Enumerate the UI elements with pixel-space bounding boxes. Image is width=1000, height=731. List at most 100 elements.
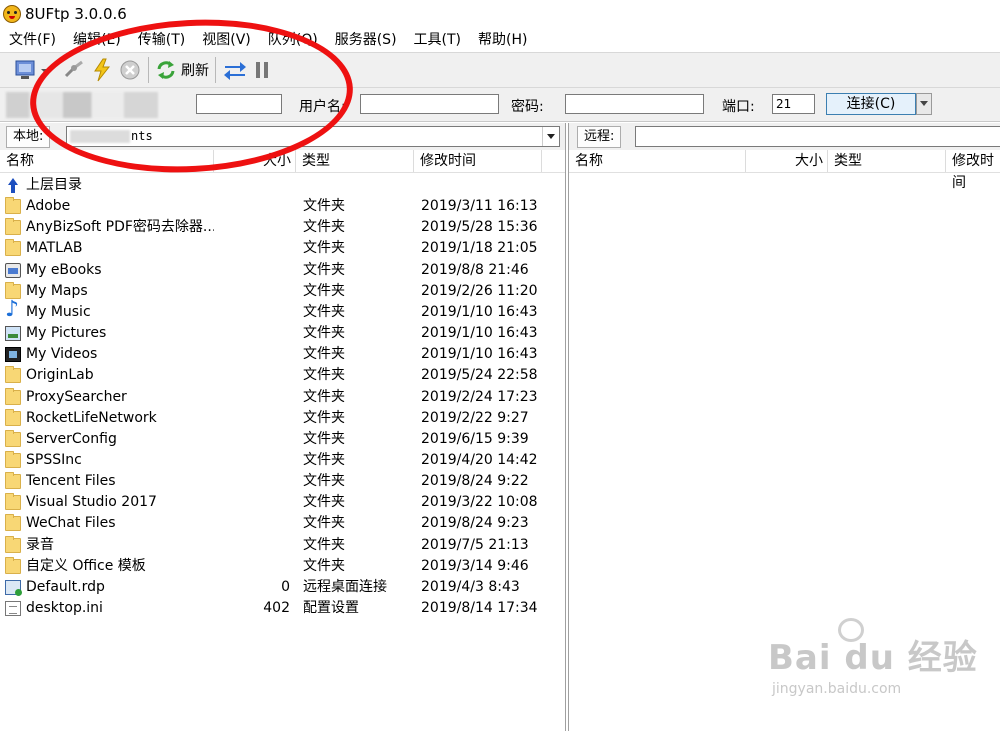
- column-name[interactable]: 名称: [0, 150, 214, 172]
- file-modified: 2019/2/22 9:27: [421, 409, 529, 426]
- column-modified[interactable]: 修改时间: [946, 150, 1000, 191]
- column-size[interactable]: 大小: [746, 150, 828, 172]
- file-type: 文件夹: [303, 325, 345, 342]
- disconnect-button[interactable]: [62, 55, 86, 85]
- port-input[interactable]: [772, 94, 815, 114]
- file-modified: 2019/1/18 21:05: [421, 240, 538, 257]
- local-path-combo[interactable]: nts: [66, 126, 560, 147]
- videos-folder-icon: [5, 347, 21, 363]
- file-modified: 2019/5/24 22:58: [421, 367, 538, 384]
- column-type[interactable]: 类型: [296, 150, 414, 172]
- file-type: 文件夹: [303, 388, 345, 405]
- file-name: My eBooks: [26, 261, 102, 278]
- transfer-button[interactable]: [222, 55, 248, 85]
- file-row[interactable]: desktop.ini 402 配置设置 2019/8/14 17:34: [0, 598, 565, 619]
- redacted-host-area: [6, 92, 196, 118]
- file-type: 文件夹: [303, 557, 345, 574]
- menu-view[interactable]: 视图(V): [193, 29, 259, 51]
- file-row[interactable]: 自定义 Office 模板 文件夹 2019/3/14 9:46: [0, 556, 565, 577]
- file-row[interactable]: Adobe 文件夹 2019/3/11 16:13: [0, 196, 565, 217]
- site-dropdown-button[interactable]: [40, 55, 50, 85]
- site-manager-button[interactable]: [14, 55, 40, 85]
- menu-file[interactable]: 文件(F): [0, 29, 64, 51]
- password-label: 密码:: [511, 99, 544, 115]
- menu-server[interactable]: 服务器(S): [326, 29, 405, 51]
- file-row[interactable]: My Pictures 文件夹 2019/1/10 16:43: [0, 323, 565, 344]
- file-type: 文件夹: [303, 282, 345, 299]
- file-type: 文件夹: [303, 515, 345, 532]
- column-name[interactable]: 名称: [569, 150, 746, 172]
- file-modified: 2019/4/3 8:43: [421, 578, 520, 595]
- column-size[interactable]: 大小: [214, 150, 296, 172]
- column-type[interactable]: 类型: [828, 150, 946, 172]
- file-name: WeChat Files: [26, 515, 116, 532]
- refresh-label: 刷新: [181, 63, 209, 79]
- file-modified: 2019/5/28 15:36: [421, 219, 538, 236]
- username-input[interactable]: [360, 94, 499, 114]
- file-modified: 2019/3/11 16:13: [421, 198, 538, 215]
- ebook-folder-icon: [5, 262, 21, 278]
- file-name: AnyBizSoft PDF密码去除器...: [26, 219, 214, 236]
- stop-button[interactable]: [118, 55, 142, 85]
- chevron-down-icon[interactable]: [542, 127, 559, 146]
- column-modified[interactable]: 修改时间: [414, 150, 542, 172]
- file-row[interactable]: OriginLab 文件夹 2019/5/24 22:58: [0, 365, 565, 386]
- menu-help[interactable]: 帮助(H): [469, 29, 535, 51]
- file-row[interactable]: My eBooks 文件夹 2019/8/8 21:46: [0, 260, 565, 281]
- connect-dropdown-button[interactable]: [916, 93, 932, 115]
- file-row[interactable]: SPSSInc 文件夹 2019/4/20 14:42: [0, 450, 565, 471]
- ini-file-icon: [5, 601, 21, 616]
- file-row[interactable]: Default.rdp 0 远程桌面连接 2019/4/3 8:43: [0, 577, 565, 598]
- file-name: Tencent Files: [26, 473, 116, 490]
- queue-pause-button[interactable]: [252, 55, 272, 85]
- file-name: My Videos: [26, 346, 98, 363]
- app-logo-icon: [3, 5, 21, 23]
- file-row[interactable]: ProxySearcher 文件夹 2019/2/24 17:23: [0, 387, 565, 408]
- file-row[interactable]: My Music 文件夹 2019/1/10 16:43: [0, 299, 565, 323]
- pause-icon: [256, 62, 268, 78]
- file-row[interactable]: ServerConfig 文件夹 2019/6/15 9:39: [0, 429, 565, 450]
- file-row[interactable]: Tencent Files 文件夹 2019/8/24 9:22: [0, 471, 565, 492]
- file-row[interactable]: 录音 文件夹 2019/7/5 21:13: [0, 535, 565, 556]
- menu-queue[interactable]: 队列(Q): [259, 29, 326, 51]
- port-label: 端口:: [722, 99, 755, 115]
- local-path-text: nts: [131, 129, 153, 143]
- file-row[interactable]: 上层目录: [0, 175, 565, 196]
- menu-edit[interactable]: 编辑(E): [64, 29, 129, 51]
- file-modified: 2019/6/15 9:39: [421, 430, 529, 447]
- file-modified: 2019/3/22 10:08: [421, 494, 538, 511]
- menu-bar: 文件(F) 编辑(E) 传输(T) 视图(V) 队列(Q) 服务器(S) 工具(…: [0, 28, 1000, 52]
- file-name: desktop.ini: [26, 600, 103, 616]
- file-modified: 2019/8/14 17:34: [421, 600, 538, 616]
- file-row[interactable]: My Maps 文件夹 2019/2/26 11:20: [0, 281, 565, 302]
- file-name: Adobe: [26, 198, 71, 215]
- host-input[interactable]: [196, 94, 282, 114]
- menu-tools[interactable]: 工具(T): [405, 29, 469, 51]
- file-row[interactable]: WeChat Files 文件夹 2019/8/24 9:23: [0, 513, 565, 534]
- stop-icon: [120, 60, 140, 80]
- menu-transfer[interactable]: 传输(T): [129, 29, 193, 51]
- folder-icon: [5, 218, 21, 236]
- quick-connect-button[interactable]: [90, 55, 114, 85]
- file-row[interactable]: AnyBizSoft PDF密码去除器... 文件夹 2019/5/28 15:36: [0, 217, 565, 238]
- file-modified: 2019/1/10 16:43: [421, 325, 538, 342]
- file-type: 文件夹: [303, 219, 345, 236]
- folder-icon: [5, 514, 21, 532]
- file-row[interactable]: Visual Studio 2017 文件夹 2019/3/22 10:08: [0, 492, 565, 513]
- file-row[interactable]: My Videos 文件夹 2019/1/10 16:43: [0, 344, 565, 365]
- folder-icon: [5, 429, 21, 447]
- folder-icon: [5, 535, 21, 553]
- file-name: ProxySearcher: [26, 388, 127, 405]
- connect-button[interactable]: 连接(C): [826, 93, 916, 115]
- remote-path-combo[interactable]: [635, 126, 1000, 147]
- refresh-button[interactable]: 刷新: [155, 55, 209, 85]
- music-folder-icon: [5, 299, 21, 320]
- local-pane: 本地: nts 名称 大小 类型 修改时间 上层目录 Adobe 文件夹 2019/3…: [0, 123, 566, 731]
- password-input[interactable]: [565, 94, 704, 114]
- site-manager-icon: [15, 60, 35, 79]
- folder-icon: [5, 493, 21, 511]
- file-row[interactable]: RocketLifeNetwork 文件夹 2019/2/22 9:27: [0, 408, 565, 429]
- file-modified: 2019/2/24 17:23: [421, 388, 538, 405]
- file-row[interactable]: MATLAB 文件夹 2019/1/18 21:05: [0, 238, 565, 259]
- rdp-file-icon: [5, 579, 22, 596]
